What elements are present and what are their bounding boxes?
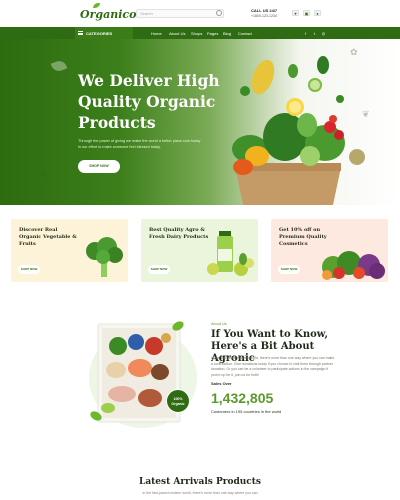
call-label: CALL US 24/7 <box>251 8 278 13</box>
doodle-decoration: ❀ <box>40 169 48 179</box>
vegetables-image <box>322 251 385 280</box>
hero-title: We Deliver High Quality Organic Products <box>78 71 220 132</box>
cart-icon[interactable]: ▣ <box>303 10 310 16</box>
top-header: Organico Search CALL US 24/7 +1800-123-1… <box>0 0 400 27</box>
categories-label: CATEGORIES <box>86 30 113 36</box>
promo-card-vegetables[interactable]: Discover Real Organic Vegetable & Fruits… <box>11 219 128 282</box>
search-input[interactable]: Search <box>136 9 224 18</box>
grocery-bag-illustration <box>232 56 365 205</box>
logo[interactable]: Organico <box>80 8 136 21</box>
facebook-icon[interactable]: f <box>303 31 308 36</box>
promo-card-cosmetics[interactable]: Get 10% off on Premium Quality Cosmetics… <box>271 219 388 282</box>
heart-icon[interactable]: ♥ <box>292 10 299 16</box>
latest-products-subtitle: In the fast-paced modern world, there's … <box>142 491 258 495</box>
sales-label: Sales Over <box>211 381 232 386</box>
nav-blog[interactable]: Blog <box>223 31 231 36</box>
hero-shop-now-button[interactable]: SHOP NOW <box>78 160 120 173</box>
user-icon[interactable]: ● <box>314 10 321 16</box>
about-text: In the last years modern world, there's … <box>211 356 335 377</box>
nav-about[interactable]: About Us <box>169 31 185 36</box>
leaf-decoration <box>50 58 68 74</box>
nav-home[interactable]: Home <box>151 31 162 36</box>
call-number: +1800-123-1234 <box>251 14 277 18</box>
latest-products-title: Latest Arrivals Products <box>138 477 262 487</box>
promo-card-title: Best Quality Agro & Fresh Dairy Products <box>149 227 209 240</box>
hero-description: Through the power of giving we make the … <box>78 139 201 149</box>
promo-card-dairy[interactable]: Best Quality Agro & Fresh Dairy Products… <box>141 219 258 282</box>
nav-contact[interactable]: Contact <box>238 31 252 36</box>
promo-card-shop-button[interactable]: SHOP NOW <box>18 265 40 274</box>
sales-value: 1,432,805 <box>211 390 274 406</box>
nav-pages[interactable]: Pages <box>207 31 218 36</box>
instagram-icon[interactable]: ◎ <box>321 31 326 36</box>
promo-card-shop-button[interactable]: SHOP NOW <box>148 265 170 274</box>
customers-text: Customers in 195 countries in the world <box>211 409 282 414</box>
menu-icon <box>78 31 83 35</box>
hero-banner: ✿ ❦ ❀ We Deliver High Quality Organic Pr… <box>0 39 400 205</box>
search-icon[interactable] <box>216 10 222 16</box>
about-image <box>89 321 197 428</box>
nav-shops[interactable]: Shops <box>191 31 202 36</box>
organic-badge: 100% Organic <box>166 389 190 413</box>
about-tag: About Us <box>211 322 227 326</box>
juice-bottle-image <box>207 231 254 276</box>
promo-card-title: Discover Real Organic Vegetable & Fruits <box>19 227 77 247</box>
broccoli-image <box>86 237 123 277</box>
promo-card-shop-button[interactable]: SHOP NOW <box>278 265 300 274</box>
twitter-icon[interactable]: t <box>312 31 317 36</box>
